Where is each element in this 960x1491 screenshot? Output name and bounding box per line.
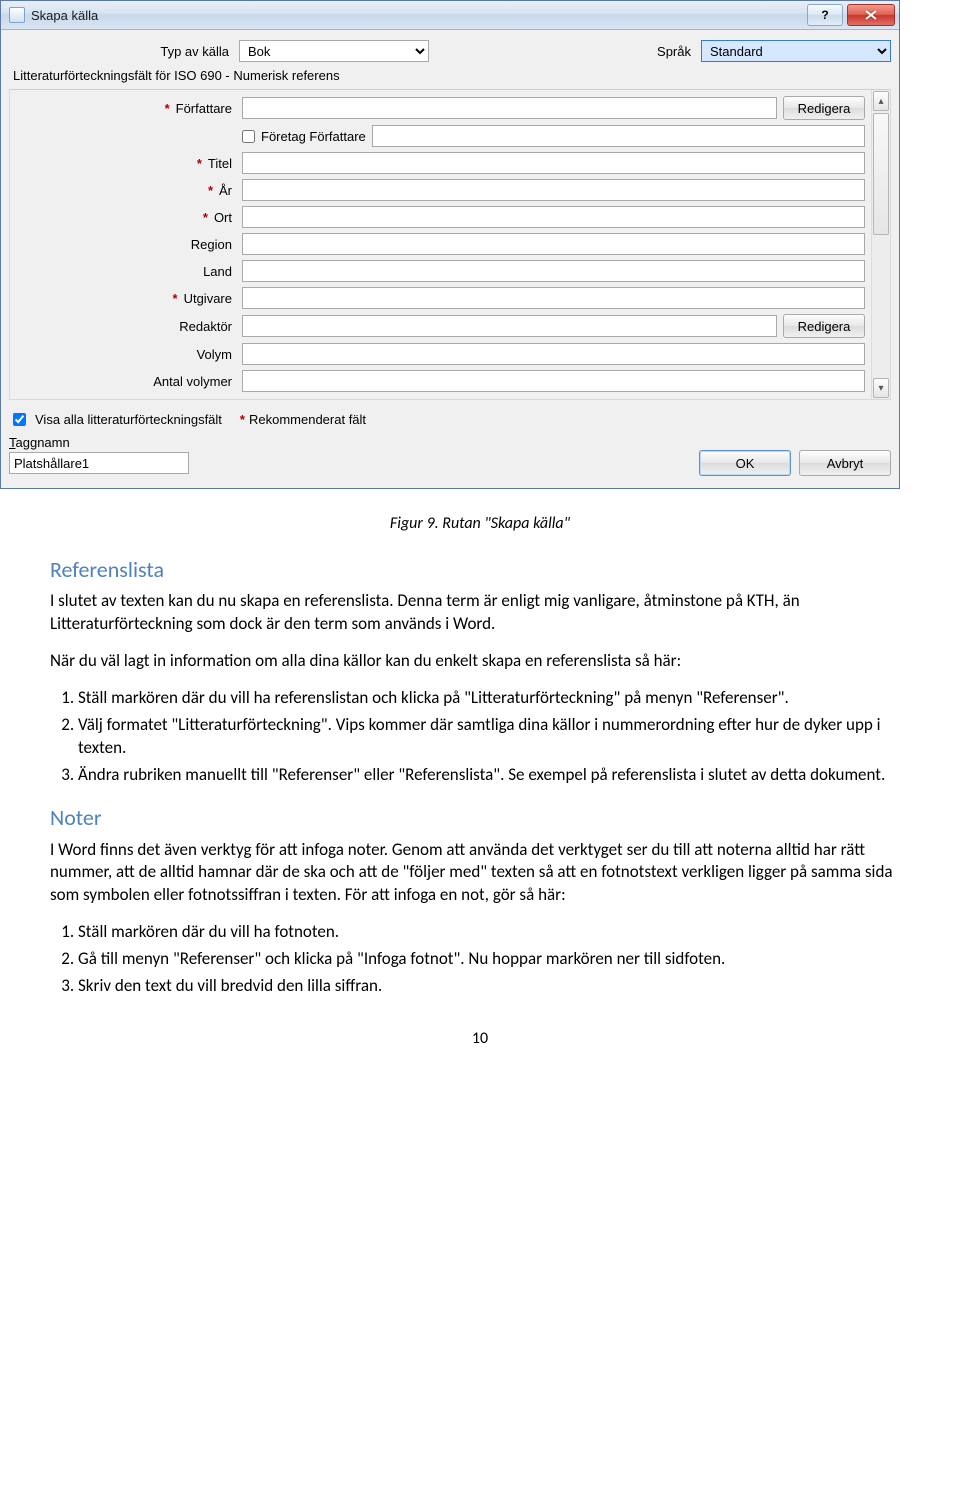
tagname-label: Taggnamn (9, 435, 891, 450)
list-item: Skriv den text du vill bredvid den lilla… (78, 975, 910, 998)
tagname-input[interactable] (9, 452, 189, 474)
publisher-input[interactable] (242, 287, 865, 309)
field-country: Land (12, 260, 865, 282)
paragraph: I Word finns det även verktyg för att in… (50, 839, 910, 908)
field-editor: Redaktör Redigera (12, 314, 865, 338)
company-author-checkbox[interactable] (242, 130, 255, 143)
help-button[interactable]: ? (807, 4, 843, 26)
scroll-down-arrow[interactable]: ▾ (873, 378, 889, 398)
required-star: * (165, 101, 170, 116)
numvolumes-input[interactable] (242, 370, 865, 392)
year-input[interactable] (242, 179, 865, 201)
recommended-legend: *Rekommenderat fält (240, 412, 366, 427)
fields-scrollbar[interactable]: ▴ ▾ (871, 90, 890, 399)
field-region: Region (12, 233, 865, 255)
type-label: Typ av källa (9, 44, 239, 59)
type-language-row: Typ av källa Bok Språk Standard (9, 40, 891, 62)
region-input[interactable] (242, 233, 865, 255)
referenslista-steps: Ställ markören där du vill ha referensli… (78, 687, 910, 787)
list-item: Ändra rubriken manuellt till "Referenser… (78, 764, 910, 787)
list-item: Välj formatet "Litteraturförteckning". V… (78, 714, 910, 760)
edit-editor-button[interactable]: Redigera (783, 314, 865, 338)
author-input[interactable] (242, 97, 777, 119)
list-item: Ställ markören där du vill ha fotnoten. (78, 921, 910, 944)
list-item: Gå till menyn "Referenser" och klicka på… (78, 948, 910, 971)
company-author-input[interactable] (372, 125, 865, 147)
language-select[interactable]: Standard (701, 40, 891, 62)
company-author-label: Företag Författare (261, 129, 366, 144)
field-author: *Författare Redigera (12, 96, 865, 120)
help-icon: ? (821, 8, 828, 22)
heading-referenslista: Referenslista (50, 555, 910, 585)
field-city: *Ort (12, 206, 865, 228)
fields-container: *Författare Redigera Företag Författare … (9, 89, 891, 400)
dialog-skapa-kalla: Skapa källa ? Typ av källa Bok Språk Sta… (0, 0, 900, 489)
close-button[interactable] (847, 4, 895, 26)
page-number: 10 (50, 1028, 910, 1050)
field-title: *Titel (12, 152, 865, 174)
ok-button[interactable]: OK (699, 450, 791, 476)
city-input[interactable] (242, 206, 865, 228)
field-publisher: *Utgivare (12, 287, 865, 309)
edit-author-button[interactable]: Redigera (783, 96, 865, 120)
volume-input[interactable] (242, 343, 865, 365)
field-company-author: Företag Författare (12, 125, 865, 147)
cancel-button[interactable]: Avbryt (799, 450, 891, 476)
show-all-fields[interactable]: Visa alla litteraturförteckningsfält (9, 410, 222, 429)
titlebar: Skapa källa ? (1, 1, 899, 30)
language-label: Språk (657, 44, 691, 59)
figure-caption: Figur 9. Rutan "Skapa källa" (50, 513, 910, 535)
show-all-checkbox[interactable] (13, 413, 26, 426)
app-icon (9, 7, 25, 23)
list-item: Ställ markören där du vill ha referensli… (78, 687, 910, 710)
section-label: Litteraturförteckningsfält för ISO 690 -… (13, 68, 891, 83)
country-input[interactable] (242, 260, 865, 282)
title-input[interactable] (242, 152, 865, 174)
window-title: Skapa källa (31, 8, 807, 23)
field-year: *År (12, 179, 865, 201)
noter-steps: Ställ markören där du vill ha fotnoten. … (78, 921, 910, 998)
close-icon (865, 10, 877, 20)
editor-input[interactable] (242, 315, 777, 337)
heading-noter: Noter (50, 803, 910, 833)
scroll-thumb[interactable] (873, 113, 889, 235)
paragraph: När du väl lagt in information om alla d… (50, 650, 910, 673)
document-body: Figur 9. Rutan "Skapa källa" Referenslis… (0, 489, 960, 1090)
field-numvolumes: Antal volymer (12, 370, 865, 392)
field-volume: Volym (12, 343, 865, 365)
paragraph: I slutet av texten kan du nu skapa en re… (50, 590, 910, 636)
source-type-select[interactable]: Bok (239, 40, 429, 62)
scroll-up-arrow[interactable]: ▴ (873, 91, 889, 111)
